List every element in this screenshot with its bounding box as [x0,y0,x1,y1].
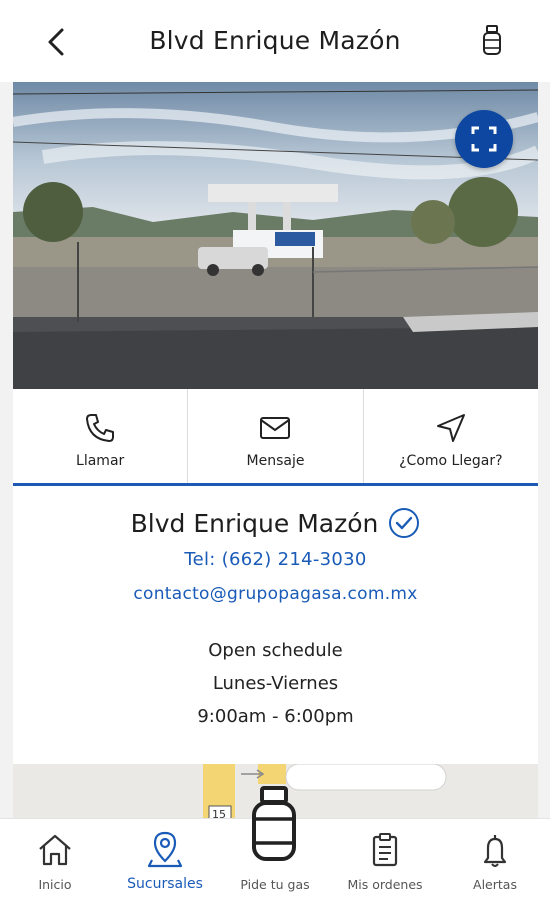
call-label: Llamar [76,453,125,469]
directions-button[interactable]: ¿Como Llegar? [362,389,538,483]
check-circle-icon [389,508,420,538]
nav-mis-ordenes[interactable]: Mis ordenes [330,819,440,901]
navigation-arrow-icon [436,414,465,442]
nav-inicio[interactable]: Inicio [0,819,110,901]
clipboard-icon [372,833,398,867]
nav-alertas[interactable]: Alertas [440,819,550,901]
branch-card: Llamar Mensaje ¿Como Llegar? Blvd Enriqu… [13,389,538,764]
fullscreen-icon [471,126,497,152]
page-title: Blvd Enrique Mazón [149,26,401,55]
gas-cylinder-button[interactable] [478,24,506,58]
nav-mis-ordenes-label: Mis ordenes [347,877,423,892]
expand-photo-button[interactable] [455,110,513,168]
branch-name: Blvd Enrique Mazón [130,508,379,538]
nav-sucursales[interactable]: Sucursales [110,819,220,901]
schedule-block: Open schedule Lunes-Viernes 9:00am - 6:0… [13,634,538,733]
app-header: Blvd Enrique Mazón [0,0,550,82]
directions-label: ¿Como Llegar? [399,453,503,469]
nav-inicio-label: Inicio [38,877,72,892]
branch-phone-link[interactable]: Tel: (662) 214-3030 [13,549,538,570]
phone-icon [86,414,115,442]
gas-cylinder-icon [483,25,501,55]
envelope-icon [260,417,291,439]
nav-pide-tu-gas-label: Pide tu gas [240,877,310,892]
call-button[interactable]: Llamar [13,389,187,483]
schedule-days: Lunes-Viernes [212,673,339,694]
action-bar: Llamar Mensaje ¿Como Llegar? [13,389,538,486]
nav-alertas-label: Alertas [473,877,517,892]
order-gas-button[interactable] [248,785,300,865]
location-pin-icon [147,831,183,868]
message-button[interactable]: Mensaje [187,389,362,483]
gas-cylinder-icon [252,786,296,861]
bell-icon [483,835,507,867]
branch-email-link[interactable]: contacto@grupopagasa.com.mx [13,584,538,604]
message-label: Mensaje [246,453,305,469]
branch-info: Blvd Enrique Mazón Tel: (662) 214-3030 c… [13,507,538,733]
schedule-hours: 9:00am - 6:00pm [197,706,354,727]
home-icon [39,834,71,866]
schedule-title: Open schedule [208,640,343,661]
branch-name-row: Blvd Enrique Mazón [131,507,421,539]
nav-sucursales-label: Sucursales [127,876,203,892]
